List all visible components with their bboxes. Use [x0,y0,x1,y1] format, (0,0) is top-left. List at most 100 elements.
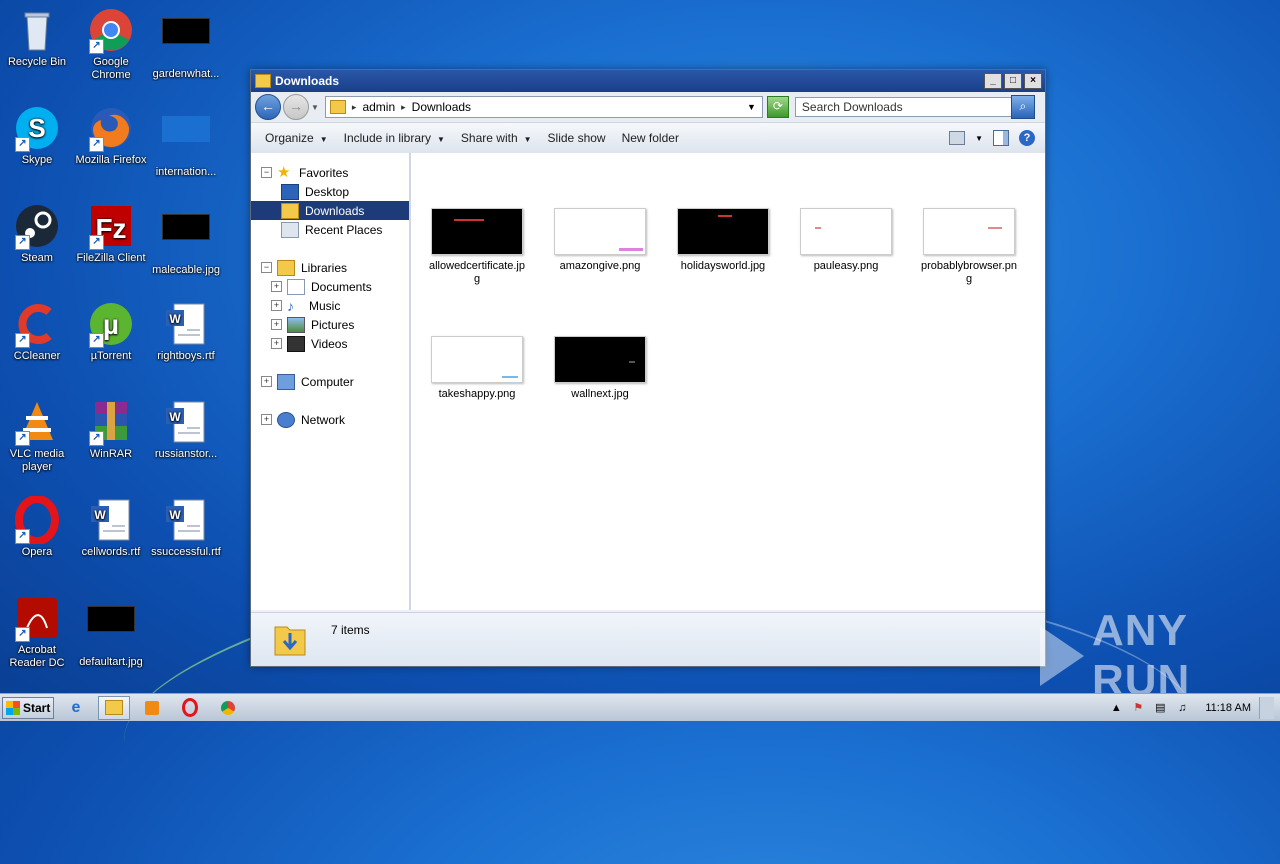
desktop-icon-rightboys[interactable]: W rightboys.rtf [149,300,223,363]
new-folder-button[interactable]: New folder [614,131,687,145]
expand-icon[interactable]: + [261,376,272,387]
include-in-library-menu[interactable]: Include in library ▼ [336,131,453,145]
file-item[interactable]: takeshappy.png [427,336,527,401]
desktop-icon-cellwords[interactable]: W cellwords.rtf [74,496,148,559]
file-item[interactable]: amazongive.png [550,208,650,273]
nav-label: Music [309,298,341,313]
forward-button[interactable]: → [283,94,309,120]
clock[interactable]: 11:18 AM [1205,702,1251,714]
file-item[interactable]: pauleasy.png [796,208,896,273]
nav-computer[interactable]: + Computer [251,372,409,391]
desktop-icon-utorrent[interactable]: µ ↗ µTorrent [74,300,148,363]
expand-icon[interactable]: + [271,338,282,349]
desktop-icon-firefox[interactable]: ↗ Mozilla Firefox [74,104,148,167]
desktop-icon-malecable[interactable]: malecable.jpg [149,202,223,277]
expand-icon[interactable]: + [261,414,272,425]
file-item[interactable]: allowedcertificate.jpg [427,208,527,286]
nav-videos[interactable]: + Videos [251,334,409,353]
window-titlebar[interactable]: Downloads _ □ × [251,70,1045,92]
nav-downloads[interactable]: Downloads [251,201,409,220]
nav-pictures[interactable]: + Pictures [251,315,409,334]
back-button[interactable]: ← [255,94,281,120]
nav-label: Network [301,412,346,427]
desktop-icon-acrobat[interactable]: ↗ Acrobat Reader DC [0,594,74,670]
desktop-icon-gardenwhat[interactable]: gardenwhat... [149,6,223,81]
nav-documents[interactable]: + Documents [251,277,409,296]
taskbar-opera-button[interactable] [174,696,206,720]
desktop-icon-russianstor[interactable]: W russianstor... [149,398,223,461]
taskbar-media-player-button[interactable] [136,696,168,720]
nav-network[interactable]: + Network [251,410,409,429]
expand-icon[interactable]: + [271,319,282,330]
nav-label: Libraries [301,260,348,275]
collapse-icon[interactable]: − [261,262,272,273]
action-center-flag-icon[interactable]: ⚑ [1131,701,1145,715]
chrome-icon: ↗ [87,6,135,54]
address-bar[interactable]: ▸ admin ▸ Downloads ▼ [324,96,763,118]
file-thumbnail [800,208,892,255]
expand-icon[interactable]: + [271,281,282,292]
svg-text:µ: µ [103,309,119,340]
breadcrumb-separator-icon[interactable]: ▸ [401,102,406,113]
desktop-icon-skype[interactable]: S ↗ Skype [0,104,74,167]
search-placeholder: Search Downloads [801,100,903,114]
desktop-icon-label: Steam [21,252,53,264]
image-thumbnail-icon [162,214,210,262]
show-desktop-button[interactable] [1259,696,1274,719]
breadcrumb-separator-icon[interactable]: ▸ [352,102,357,113]
nav-music[interactable]: + ♪ Music [251,296,409,315]
word-document-icon: W [87,496,135,544]
expand-icon[interactable]: + [271,300,282,311]
desktop-icon-chrome[interactable]: ↗ Google Chrome [74,6,148,82]
preview-pane-icon[interactable] [993,130,1009,146]
taskbar-ie-button[interactable]: e [60,696,92,720]
chevron-down-icon: ▼ [437,135,445,144]
close-button[interactable]: × [1024,73,1042,89]
desktop-icon-filezilla[interactable]: Fz ↗ FileZilla Client [74,202,148,265]
breadcrumb-admin[interactable]: admin [362,100,395,114]
nav-libraries[interactable]: − Libraries [251,258,409,277]
breadcrumb-downloads[interactable]: Downloads [412,100,471,114]
minimize-button[interactable]: _ [984,73,1002,89]
file-name: probablybrowser.png [920,260,1017,285]
desktop-icon-winrar[interactable]: ↗ WinRAR [74,398,148,461]
volume-icon[interactable]: ♫ [1175,701,1189,715]
address-dropdown-icon[interactable]: ▼ [747,102,756,112]
taskbar-explorer-button[interactable] [98,695,130,720]
desktop-icon-recycle-bin[interactable]: Recycle Bin [0,6,74,69]
taskbar-chrome-button[interactable] [212,696,244,720]
start-button[interactable]: Start [2,696,54,719]
desktop-icon-internation[interactable]: internation... [149,104,223,179]
nav-desktop[interactable]: Desktop [251,182,409,201]
desktop-icon-vlc[interactable]: ↗ VLC media player [0,398,74,474]
organize-menu[interactable]: Organize ▼ [257,131,336,145]
collapse-icon[interactable]: − [261,167,272,178]
file-item[interactable]: wallnext.jpg [550,336,650,401]
filezilla-icon: Fz ↗ [87,202,135,250]
show-hidden-icons-icon[interactable]: ▲ [1109,701,1123,715]
help-icon[interactable]: ? [1019,130,1035,146]
change-view-icon[interactable] [949,131,966,145]
slide-show-button[interactable]: Slide show [540,131,614,145]
play-icon [1040,626,1084,686]
maximize-button[interactable]: □ [1004,73,1022,89]
desktop-icon-defaultart[interactable]: defaultart.jpg [74,594,148,669]
refresh-button[interactable]: ⟳ [766,96,789,118]
desktop-icon-ssuccessful[interactable]: W ssuccessful.rtf [149,496,223,559]
search-input[interactable]: Search Downloads [794,97,1013,117]
view-dropdown-icon[interactable]: ▼ [975,134,983,143]
nav-favorites[interactable]: − ★ Favorites [251,163,409,182]
desktop-icon-steam[interactable]: ↗ Steam [0,202,74,265]
desktop-icon-ccleaner[interactable]: ↗ CCleaner [0,300,74,363]
network-icon[interactable]: ▤ [1153,701,1167,715]
share-with-menu[interactable]: Share with ▼ [453,131,540,145]
image-thumbnail-icon [162,116,210,164]
nav-recent-places[interactable]: Recent Places [251,220,409,239]
file-item[interactable]: probablybrowser.png [919,208,1019,286]
recent-pages-dropdown-icon[interactable]: ▼ [311,103,319,112]
desktop-icon-opera[interactable]: ↗ Opera [0,495,74,559]
item-count: 7 items [331,623,370,637]
search-icon[interactable]: ⌕ [1010,95,1035,119]
chevron-down-icon: ▼ [523,135,532,144]
file-item[interactable]: holidaysworld.jpg [673,208,773,273]
